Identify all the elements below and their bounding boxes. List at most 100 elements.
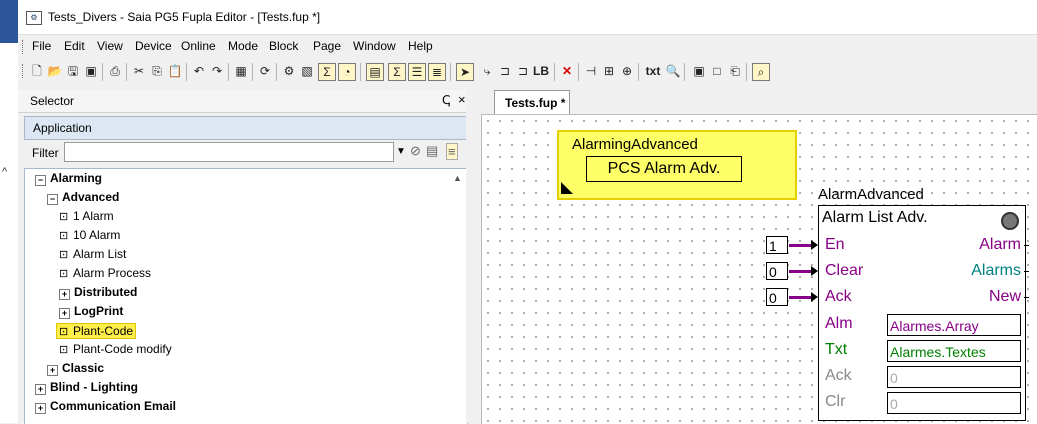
filter-toggle-icon[interactable]: ≡ xyxy=(446,143,458,160)
filter-input[interactable] xyxy=(64,142,394,162)
pcs-block-label: PCS Alarm Adv. xyxy=(586,156,742,182)
expand-icon[interactable]: + xyxy=(59,308,70,319)
undo-icon[interactable]: ↶ xyxy=(190,62,208,80)
menu-mode[interactable]: Mode xyxy=(228,39,258,53)
expand-icon[interactable]: + xyxy=(59,289,70,300)
connector-icon[interactable]: ⊐ xyxy=(496,62,514,80)
expand-icon[interactable]: + xyxy=(35,403,46,414)
symbol-editor-icon[interactable]: Σ xyxy=(318,63,336,81)
search-icon[interactable]: ⌕ xyxy=(752,63,770,81)
clear-filter-icon[interactable]: ⊘ xyxy=(410,143,421,159)
output-connector[interactable] xyxy=(1024,297,1029,298)
input-value-box[interactable]: 1 xyxy=(766,236,788,254)
pcs-alarm-block[interactable]: AlarmingAdvanced PCS Alarm Adv. xyxy=(557,130,797,200)
tree-item[interactable]: + Distributed xyxy=(59,285,137,300)
connect-line-icon[interactable]: ⤷ xyxy=(478,62,496,80)
close-icon[interactable]: × xyxy=(458,92,466,107)
parameter-label: Clr xyxy=(825,393,846,410)
save-icon[interactable]: 🖫 xyxy=(64,62,82,80)
menu-file[interactable]: File xyxy=(32,39,51,53)
pcs-block-name: AlarmingAdvanced xyxy=(572,136,698,153)
pin-icon[interactable]: ↅ xyxy=(442,93,450,107)
alarm-list-block[interactable]: Alarm List Adv. En Clear Ack Alarm Alarms New… xyxy=(818,205,1026,421)
parameter-field[interactable]: 0 xyxy=(887,366,1021,388)
watch-icon[interactable]: ◔ xyxy=(338,63,356,81)
tree-item[interactable]: + Communication Email xyxy=(35,399,176,414)
grip-icon[interactable] xyxy=(22,40,26,54)
tree-item[interactable]: ⊡ Alarm Process xyxy=(59,266,151,280)
insert-block-icon[interactable]: ⊞ xyxy=(600,62,618,80)
tree-item[interactable]: + LogPrint xyxy=(59,304,123,319)
options-icon[interactable]: ▤ xyxy=(426,143,438,159)
scroll-up-icon[interactable]: ▲ xyxy=(453,173,462,183)
symbols-icon[interactable]: Σ xyxy=(388,63,406,81)
menu-help[interactable]: Help xyxy=(408,39,433,53)
zoom-icon[interactable]: 🔍 xyxy=(664,62,682,80)
calendar-icon[interactable]: ▦ xyxy=(232,62,250,80)
list-view-icon[interactable]: ☰ xyxy=(408,63,426,81)
print-icon[interactable]: ⎙ xyxy=(106,62,124,80)
insert-input-icon[interactable]: ⊣ xyxy=(582,62,600,80)
open-folder-icon[interactable]: 📂 xyxy=(46,62,64,80)
menu-view[interactable]: View xyxy=(97,39,123,53)
tree-item[interactable]: ⊡ Plant-Code xyxy=(56,323,137,339)
menu-block[interactable]: Block xyxy=(269,39,298,53)
tree-item[interactable]: ⊡ Alarm List xyxy=(59,247,126,261)
join-icon[interactable]: ⊕ xyxy=(618,62,636,80)
expand-icon[interactable]: + xyxy=(47,365,58,376)
tab-tests-fup[interactable]: Tests.fup * xyxy=(494,90,570,115)
label-tool[interactable]: LB xyxy=(532,62,550,80)
menu-device[interactable]: Device xyxy=(135,39,172,53)
output-pin-label: Alarms xyxy=(971,262,1021,279)
collapse-icon[interactable]: − xyxy=(35,175,46,186)
export-icon[interactable]: ⎗ xyxy=(726,62,744,80)
tree-view-icon[interactable]: ≣ xyxy=(428,63,446,81)
save-all-icon[interactable]: ▣ xyxy=(82,62,100,80)
paste-icon[interactable]: 📋 xyxy=(166,62,184,80)
select-pointer-icon[interactable]: ➤ xyxy=(456,63,474,81)
menu-page[interactable]: Page xyxy=(313,39,341,53)
cut-icon[interactable]: ✂ xyxy=(130,62,148,80)
refresh-icon[interactable]: ⟳ xyxy=(256,62,274,80)
connection-wire[interactable] xyxy=(789,270,811,273)
menu-window[interactable]: Window xyxy=(353,39,396,53)
input-value-box[interactable]: 0 xyxy=(766,262,788,280)
delete-icon[interactable]: ✕ xyxy=(558,62,576,80)
redo-icon[interactable]: ↷ xyxy=(208,62,226,80)
new-file-icon[interactable]: 🗋 xyxy=(28,62,46,80)
collapse-icon[interactable]: − xyxy=(47,194,58,205)
connection-wire[interactable] xyxy=(789,244,811,247)
window-icon[interactable]: □ xyxy=(708,62,726,80)
tree-item[interactable]: + Blind - Lighting xyxy=(35,380,138,395)
tree-item[interactable]: ⊡ 10 Alarm xyxy=(59,228,120,242)
output-connector[interactable] xyxy=(1024,245,1029,246)
parameter-field[interactable]: Alarmes.Textes xyxy=(887,340,1021,362)
tree-item[interactable]: − Advanced xyxy=(47,190,119,205)
selector-title: Selector xyxy=(30,94,75,108)
input-value-box[interactable]: 0 xyxy=(766,288,788,306)
tree-item-label: Advanced xyxy=(62,190,120,204)
grip-icon[interactable] xyxy=(22,64,26,78)
expand-icon[interactable]: + xyxy=(35,384,46,395)
parameter-field[interactable]: Alarmes.Array xyxy=(887,314,1021,336)
tree-item[interactable]: + Classic xyxy=(47,361,104,376)
connector-out-icon[interactable]: ⊐ xyxy=(514,62,532,80)
tree-item[interactable]: − Alarming xyxy=(35,171,102,186)
text-tool[interactable]: txt xyxy=(644,62,662,80)
menu-edit[interactable]: Edit xyxy=(64,39,85,53)
page-icon[interactable]: ▤ xyxy=(366,63,384,81)
collapse-icon[interactable]: ^ xyxy=(2,166,7,178)
tree-item[interactable]: ⊡ 1 Alarm xyxy=(59,209,114,223)
image-icon[interactable]: ▧ xyxy=(298,62,316,80)
copy-icon[interactable]: ⎘ xyxy=(148,62,166,80)
menu-online[interactable]: Online xyxy=(181,39,216,53)
parameter-field[interactable]: 0 xyxy=(887,392,1021,414)
connection-wire[interactable] xyxy=(789,296,811,299)
output-connector[interactable] xyxy=(1024,271,1029,272)
chevron-down-icon[interactable]: ▼ xyxy=(396,146,406,157)
tree-item[interactable]: ⊡ Plant-Code modify xyxy=(59,342,172,356)
dialog-icon[interactable]: ▣ xyxy=(690,62,708,80)
build-icon[interactable]: ⚙ xyxy=(280,62,298,80)
parameter-label: Ack xyxy=(825,367,852,384)
application-section-header[interactable]: Application xyxy=(24,116,468,140)
